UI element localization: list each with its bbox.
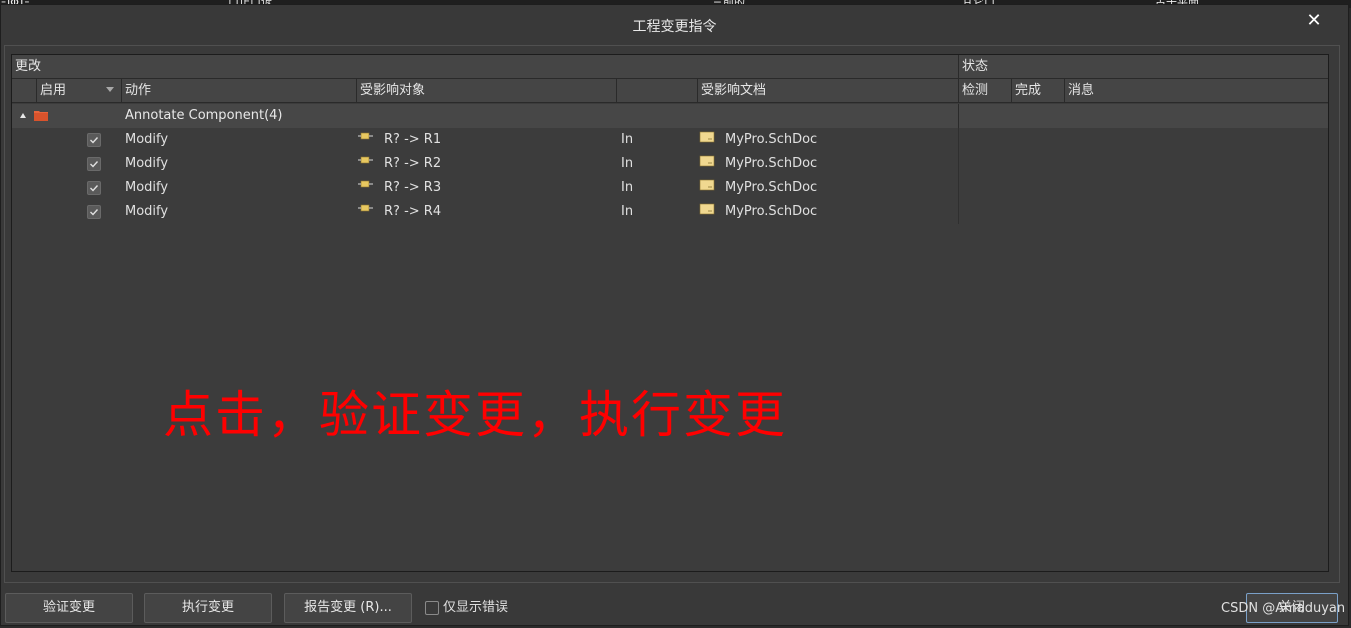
- section-header-row: 更改 状态: [12, 55, 1328, 79]
- column-header-message[interactable]: 消息: [1064, 79, 1328, 102]
- row-direction: In: [621, 180, 634, 195]
- engineering-change-order-dialog: 工程变更指令 ✕ 更改 状态 启用 动作 受影响对象 受影响文档 检测 完成 消…: [0, 4, 1349, 626]
- row-direction: In: [621, 156, 634, 171]
- table-row[interactable]: Modify R? -> R2 In MyPro.SchDoc: [12, 152, 958, 176]
- close-icon[interactable]: ✕: [1304, 11, 1324, 31]
- dialog-title: 工程变更指令: [632, 19, 717, 35]
- column-header-affected-object[interactable]: 受影响对象: [356, 79, 616, 102]
- enable-checkbox[interactable]: [87, 157, 101, 171]
- collapse-triangle-icon[interactable]: [20, 113, 26, 118]
- changes-grid: 更改 状态 启用 动作 受影响对象 受影响文档 检测 完成 消息 Annotat…: [11, 54, 1329, 572]
- column-header-check[interactable]: 检测: [958, 79, 1011, 102]
- row-affected-object: R? -> R1: [384, 132, 442, 147]
- schematic-document-icon: [699, 179, 715, 191]
- only-show-errors-checkbox[interactable]: [425, 601, 439, 615]
- row-affected-object: R? -> R3: [384, 180, 442, 195]
- folder-icon: [34, 111, 48, 121]
- status-section-header: 状态: [958, 55, 1328, 78]
- enable-checkbox[interactable]: [87, 205, 101, 219]
- red-annotation-text: 点击，验证变更，执行变更: [163, 386, 787, 444]
- component-icon: [358, 132, 373, 140]
- row-affected-object: R? -> R2: [384, 156, 442, 171]
- check-icon: [90, 161, 99, 168]
- component-icon: [358, 156, 373, 164]
- csdn-watermark: CSDN @Amaduyan: [1221, 601, 1346, 616]
- check-icon: [90, 185, 99, 192]
- group-row-status: [958, 104, 1328, 128]
- group-row[interactable]: Annotate Component(4): [12, 104, 958, 128]
- enable-checkbox[interactable]: [87, 181, 101, 195]
- column-header-affected-document[interactable]: 受影响文档: [697, 79, 958, 102]
- check-icon: [90, 137, 99, 144]
- sort-arrow-icon[interactable]: [106, 87, 114, 92]
- column-header-action[interactable]: 动作: [121, 79, 356, 102]
- enable-checkbox[interactable]: [87, 133, 101, 147]
- row-affected-document: MyPro.SchDoc: [725, 156, 818, 171]
- schematic-document-icon: [699, 155, 715, 167]
- title-bar: 工程变更指令 ✕: [1, 5, 1348, 43]
- row-action: Modify: [125, 180, 169, 195]
- validate-changes-button[interactable]: 验证变更: [5, 593, 133, 623]
- changes-section-header: 更改: [15, 59, 42, 74]
- column-header-spacer: [12, 79, 36, 102]
- column-header-done[interactable]: 完成: [1011, 79, 1064, 102]
- component-icon: [358, 180, 373, 188]
- table-row[interactable]: Modify R? -> R3 In MyPro.SchDoc: [12, 176, 958, 200]
- status-column-area: [958, 128, 1328, 224]
- check-icon: [90, 209, 99, 216]
- table-row[interactable]: Modify R? -> R1 In MyPro.SchDoc: [12, 128, 958, 152]
- column-header-direction[interactable]: [616, 79, 697, 102]
- row-action: Modify: [125, 156, 169, 171]
- row-affected-object: R? -> R4: [384, 204, 442, 219]
- column-header-enable-label: 启用: [40, 83, 67, 98]
- column-header-row: 启用 动作 受影响对象 受影响文档 检测 完成 消息: [12, 79, 1328, 103]
- row-action: Modify: [125, 204, 169, 219]
- row-action: Modify: [125, 132, 169, 147]
- execute-changes-button[interactable]: 执行变更: [144, 593, 272, 623]
- schematic-document-icon: [699, 203, 715, 215]
- report-changes-button[interactable]: 报告变更 (R)...: [284, 593, 412, 623]
- row-affected-document: MyPro.SchDoc: [725, 204, 818, 219]
- row-affected-document: MyPro.SchDoc: [725, 132, 818, 147]
- schematic-document-icon: [699, 131, 715, 143]
- row-direction: In: [621, 204, 634, 219]
- row-direction: In: [621, 132, 634, 147]
- table-row[interactable]: Modify R? -> R4 In MyPro.SchDoc: [12, 200, 958, 224]
- only-show-errors-label: 仅显示错误: [443, 600, 509, 615]
- row-affected-document: MyPro.SchDoc: [725, 180, 818, 195]
- group-label: Annotate Component(4): [125, 108, 283, 123]
- component-icon: [358, 204, 373, 212]
